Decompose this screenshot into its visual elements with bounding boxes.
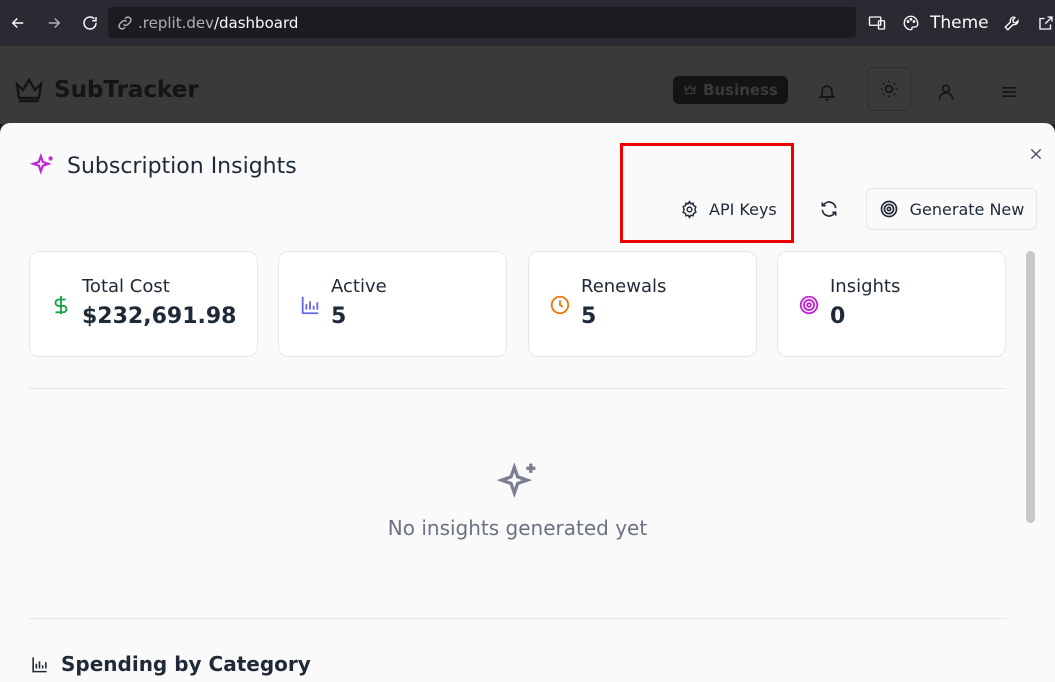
close-icon [1030,148,1042,160]
generate-new-label: Generate New [909,199,1025,219]
link-icon [118,15,132,30]
section-title: Spending by Category [61,652,311,676]
refresh-icon [821,201,837,217]
stat-card-insights: Insights 0 [777,251,1006,357]
insights-modal: Subscription Insights API Keys Generate … [0,123,1055,682]
hamburger-icon [1002,87,1016,97]
address-bar[interactable]: .replit.dev/dashboard [108,7,856,38]
modal-title: Subscription Insights [67,153,297,179]
modal-header: Subscription Insights [30,153,297,179]
api-keys-label: API Keys [709,199,777,219]
target-icon [880,200,897,218]
back-button[interactable] [0,5,36,41]
devices-icon [868,16,886,30]
sparkles-icon [30,153,53,175]
arrow-right-icon [48,17,61,29]
stat-label: Active [331,276,387,297]
bar-chart-icon [32,656,47,672]
stat-card-total-cost: Total Cost $232,691.98 [29,251,258,357]
open-external-button[interactable] [1031,8,1055,38]
stat-value: 5 [331,304,347,329]
stat-value: $232,691.98 [82,304,237,329]
stat-value: 5 [581,304,597,329]
app-logo[interactable]: SubTracker [14,76,199,104]
arrow-left-icon [11,17,24,29]
stat-label: Total Cost [82,276,170,297]
app-header: SubTracker Business [0,46,1055,124]
theme-toggle-button[interactable] [867,67,911,111]
gear-icon [682,199,697,219]
dollar-icon [54,295,68,315]
bar-chart-icon [301,296,319,315]
target-icon [799,295,819,315]
menu-button[interactable] [987,70,1031,114]
reload-icon [83,16,97,30]
browser-toolbar: .replit.dev/dashboard Theme [0,0,1055,46]
section-spending-by-category: Spending by Category [30,652,311,676]
empty-state-text: No insights generated yet [387,516,648,540]
profile-button[interactable] [924,70,968,114]
bell-icon [818,85,836,101]
wrench-button[interactable] [997,8,1027,38]
stat-label: Insights [830,276,901,297]
stat-value: 0 [830,304,846,329]
reload-button[interactable] [72,5,108,41]
sparkles-icon [496,462,536,499]
stat-card-renewals: Renewals 5 [528,251,757,357]
forward-button[interactable] [36,5,72,41]
divider [29,388,1006,389]
plan-badge: Business [673,76,788,104]
stat-card-active: Active 5 [278,251,507,357]
wrench-icon [1003,16,1019,31]
logo-text: SubTracker [54,77,199,103]
scrollbar[interactable] [1026,251,1035,523]
devices-button[interactable] [862,8,892,38]
user-icon [938,84,954,100]
theme-label[interactable]: Theme [930,13,989,33]
plan-badge-label: Business [703,81,778,99]
crown-icon [15,77,43,103]
stat-label: Renewals [581,276,667,297]
clock-icon [550,295,570,315]
refresh-button[interactable] [810,189,848,229]
sun-icon [880,80,898,98]
palette-button[interactable] [896,8,926,38]
browser-extensions: Theme [862,0,1055,46]
external-link-icon [1038,16,1053,30]
divider [29,618,1006,619]
generate-new-button[interactable]: Generate New [866,188,1037,230]
api-keys-button[interactable]: API Keys [668,187,789,231]
close-button[interactable] [1024,142,1048,166]
notifications-button[interactable] [805,70,849,114]
palette-icon [903,15,919,31]
url-path: /dashboard [213,13,299,32]
url-host: .replit.dev [138,13,214,32]
crown-icon [683,84,697,95]
